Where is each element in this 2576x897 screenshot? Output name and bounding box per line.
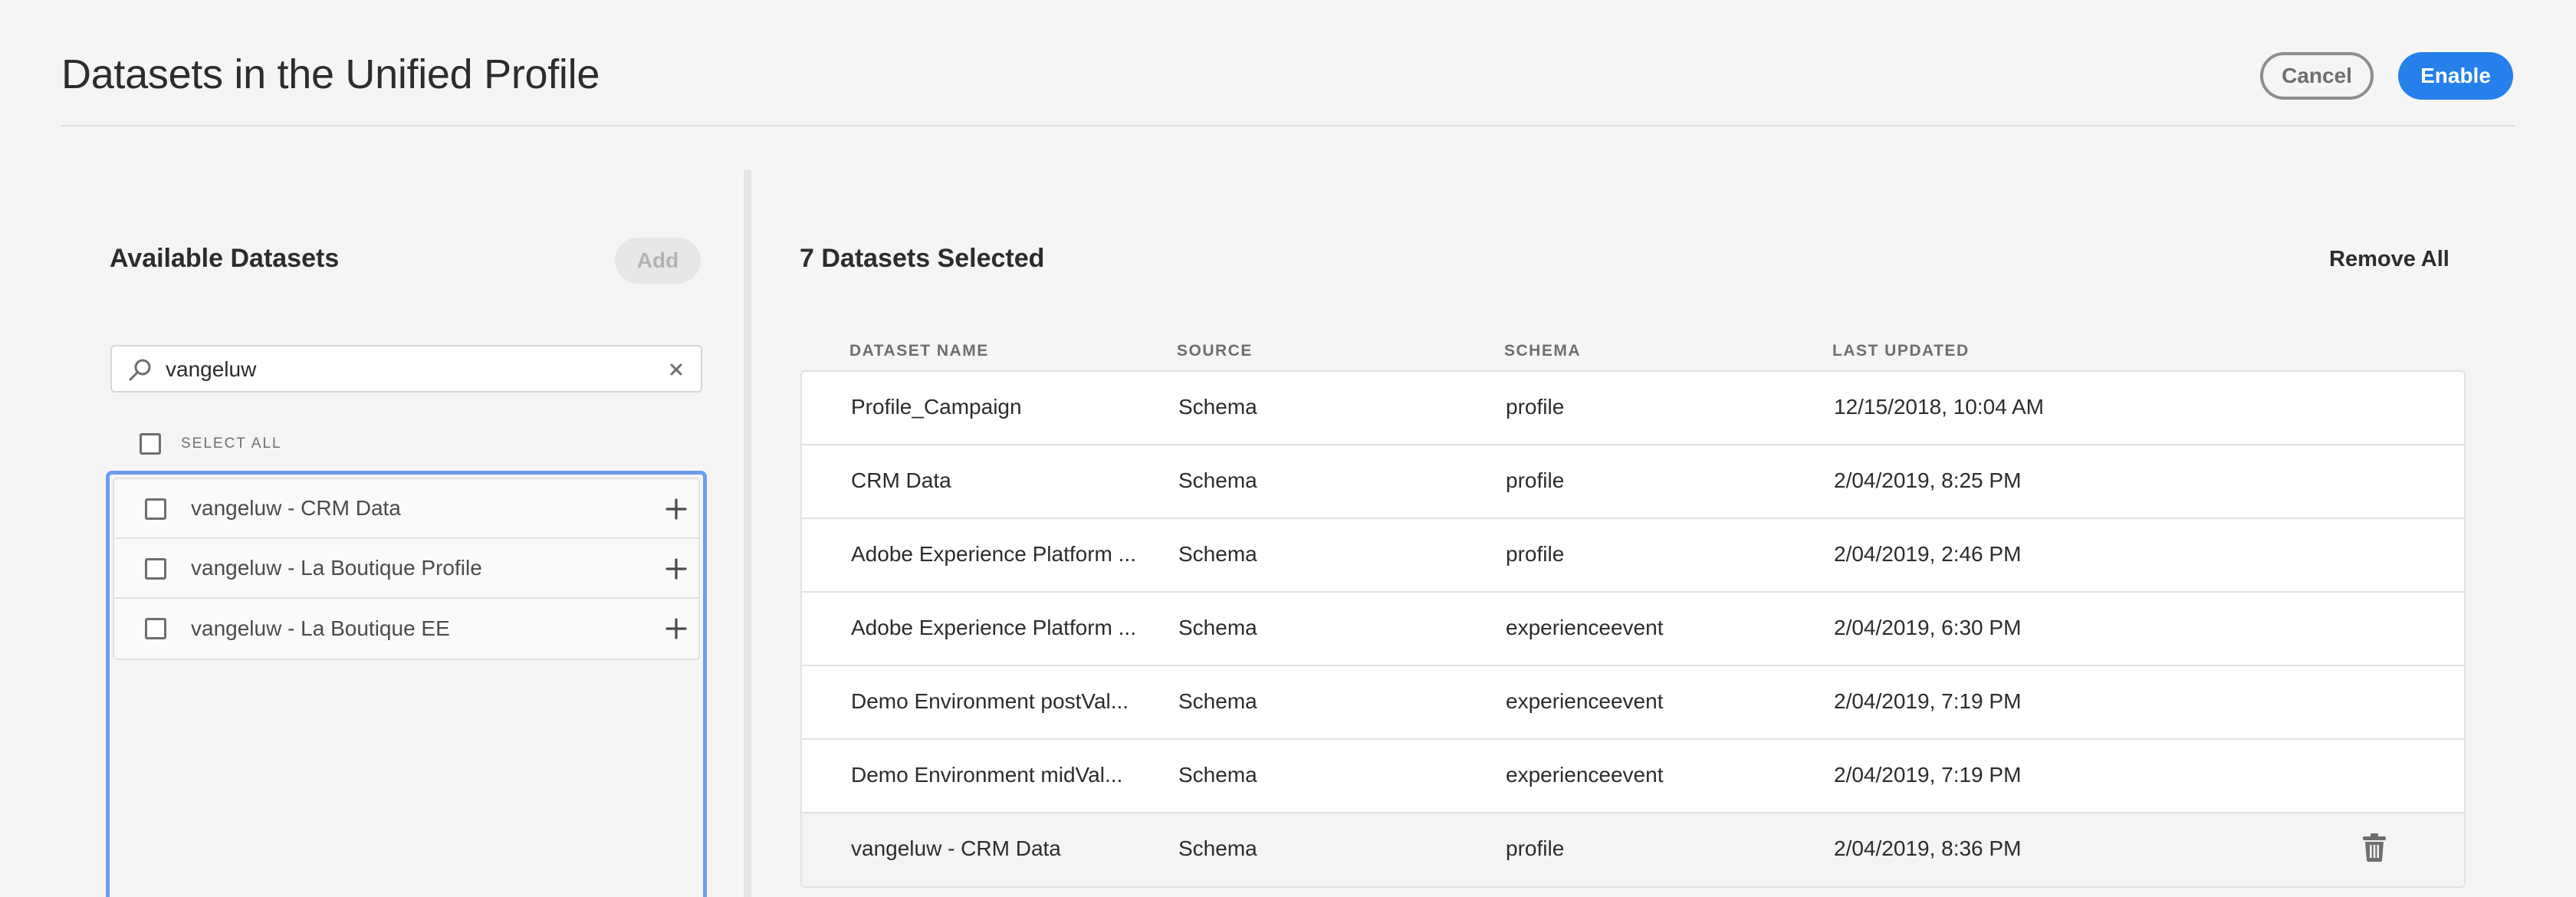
item-label: vangeluw - La Boutique EE — [191, 616, 450, 640]
cell-dataset-name: Demo Environment postVal... — [851, 689, 1129, 713]
available-datasets-list: vangeluw - CRM Data vangeluw - La Boutiq… — [113, 478, 700, 660]
item-checkbox[interactable] — [145, 618, 166, 639]
table-row[interactable]: Profile_Campaign Schema profile 12/15/20… — [802, 372, 2464, 445]
remove-all-button[interactable]: Remove All — [2329, 247, 2450, 272]
enable-button[interactable]: Enable — [2398, 52, 2513, 100]
cell-last-updated: 2/04/2019, 7:19 PM — [1834, 689, 2022, 713]
header-divider — [61, 125, 2515, 127]
cell-dataset-name: Demo Environment midVal... — [851, 763, 1123, 787]
item-checkbox[interactable] — [145, 558, 166, 580]
cell-dataset-name: Profile_Campaign — [851, 395, 1022, 419]
list-item[interactable]: vangeluw - La Boutique Profile — [114, 539, 698, 599]
trash-icon[interactable] — [2361, 832, 2387, 863]
cell-last-updated: 2/04/2019, 2:46 PM — [1834, 542, 2022, 566]
cell-source: Schema — [1178, 395, 1257, 419]
plus-icon[interactable] — [665, 557, 688, 580]
plus-icon[interactable] — [665, 617, 688, 640]
available-datasets-drop-zone[interactable]: vangeluw - CRM Data vangeluw - La Boutiq… — [106, 471, 707, 897]
close-icon[interactable] — [665, 359, 687, 380]
cell-source: Schema — [1178, 689, 1257, 713]
cell-last-updated: 2/04/2019, 8:25 PM — [1834, 468, 2022, 492]
cell-dataset-name: CRM Data — [851, 468, 951, 492]
column-header-schema[interactable]: SCHEMA — [1504, 342, 1581, 360]
table-row[interactable]: CRM Data Schema profile 2/04/2019, 8:25 … — [802, 445, 2464, 519]
cell-schema: experienceevent — [1506, 763, 1664, 787]
cell-source: Schema — [1178, 836, 1257, 860]
table-row[interactable]: Demo Environment midVal... Schema experi… — [802, 740, 2464, 813]
select-all-checkbox[interactable] — [140, 433, 161, 455]
search-input[interactable] — [166, 354, 626, 385]
column-divider — [744, 170, 751, 897]
cell-source: Schema — [1178, 542, 1257, 566]
list-item[interactable]: vangeluw - La Boutique EE — [114, 599, 698, 659]
cell-last-updated: 2/04/2019, 7:19 PM — [1834, 763, 2022, 787]
select-all-label: SELECT ALL — [181, 435, 282, 452]
column-header-dataset-name[interactable]: DATASET NAME — [849, 342, 989, 360]
add-button[interactable]: Add — [615, 238, 701, 284]
cell-last-updated: 2/04/2019, 6:30 PM — [1834, 616, 2022, 639]
cell-last-updated: 2/04/2019, 8:36 PM — [1834, 836, 2022, 860]
table-row[interactable]: Adobe Experience Platform ... Schema pro… — [802, 519, 2464, 593]
select-all-row[interactable]: SELECT ALL — [140, 431, 282, 457]
table-row[interactable]: Adobe Experience Platform ... Schema exp… — [802, 593, 2464, 666]
cell-schema: profile — [1506, 542, 1565, 566]
search-icon — [129, 359, 151, 381]
plus-icon[interactable] — [665, 498, 688, 521]
selected-datasets-table: Profile_Campaign Schema profile 12/15/20… — [800, 370, 2466, 888]
column-header-source[interactable]: SOURCE — [1177, 342, 1253, 360]
page-title: Datasets in the Unified Profile — [61, 51, 600, 97]
cell-last-updated: 12/15/2018, 10:04 AM — [1834, 395, 2044, 419]
cell-schema: profile — [1506, 395, 1565, 419]
cell-source: Schema — [1178, 616, 1257, 639]
cell-schema: profile — [1506, 468, 1565, 492]
cell-dataset-name: Adobe Experience Platform ... — [851, 542, 1136, 566]
list-item[interactable]: vangeluw - CRM Data — [114, 479, 698, 539]
selected-datasets-title: 7 Datasets Selected — [800, 244, 1045, 273]
cell-source: Schema — [1178, 468, 1257, 492]
column-header-last-updated[interactable]: LAST UPDATED — [1832, 342, 1970, 360]
search-field[interactable] — [110, 345, 702, 393]
available-datasets-title: Available Datasets — [110, 244, 340, 273]
item-label: vangeluw - CRM Data — [191, 496, 401, 520]
item-checkbox[interactable] — [145, 498, 166, 520]
page: Datasets in the Unified Profile Cancel E… — [0, 0, 2576, 897]
cell-schema: profile — [1506, 836, 1565, 860]
cell-source: Schema — [1178, 763, 1257, 787]
item-label: vangeluw - La Boutique Profile — [191, 556, 482, 580]
table-row[interactable]: vangeluw - CRM Data Schema profile 2/04/… — [802, 813, 2464, 886]
table-row[interactable]: Demo Environment postVal... Schema exper… — [802, 666, 2464, 740]
cancel-button[interactable]: Cancel — [2260, 52, 2374, 100]
cell-schema: experienceevent — [1506, 689, 1664, 713]
cell-schema: experienceevent — [1506, 616, 1664, 639]
cell-dataset-name: Adobe Experience Platform ... — [851, 616, 1136, 639]
cell-dataset-name: vangeluw - CRM Data — [851, 836, 1061, 860]
